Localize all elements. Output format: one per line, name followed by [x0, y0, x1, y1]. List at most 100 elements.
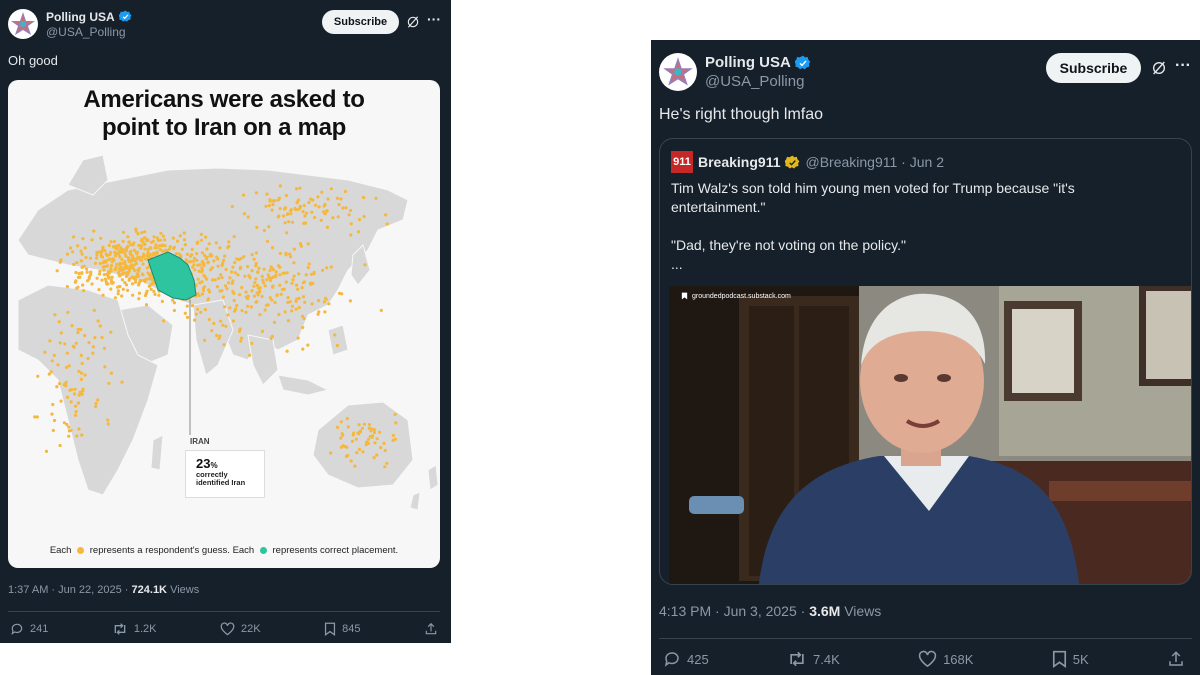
- guess-dot: [278, 265, 282, 269]
- guess-dot: [215, 285, 219, 289]
- guess-dot: [255, 225, 259, 229]
- video-player[interactable]: groundedpodcast.substack.com: [669, 286, 1191, 584]
- guess-dot: [355, 451, 359, 455]
- guess-dot: [201, 288, 206, 292]
- bookmark-button[interactable]: 845: [324, 622, 360, 636]
- tweet-card-left: Polling USA @USA_Polling Subscribe ··· O…: [0, 0, 451, 643]
- guess-dot: [78, 390, 82, 394]
- guess-dot: [152, 251, 156, 255]
- guess-dot: [58, 341, 62, 345]
- guess-dot: [356, 230, 361, 234]
- guess-dot: [120, 294, 124, 298]
- guess-dot: [292, 261, 296, 265]
- guess-dot: [250, 341, 254, 345]
- guess-dot: [96, 398, 100, 402]
- bookmark-icon: [325, 622, 336, 636]
- avatar[interactable]: [8, 9, 38, 39]
- guess-dot: [117, 252, 121, 256]
- handle[interactable]: @USA_Polling: [46, 25, 132, 39]
- guess-dot: [58, 382, 62, 386]
- quoted-tweet[interactable]: 911 Breaking911 @Breaking911 · Jun 2 Tim…: [659, 138, 1192, 585]
- share-icon[interactable]: [1167, 650, 1185, 668]
- grok-icon[interactable]: [406, 15, 420, 29]
- guess-dot: [65, 351, 69, 355]
- guess-dot: [80, 361, 84, 366]
- handle[interactable]: @USA_Polling: [705, 73, 811, 90]
- guess-dot: [284, 253, 288, 257]
- like-button[interactable]: 168K: [918, 650, 973, 668]
- guess-dot: [227, 244, 231, 248]
- share-icon[interactable]: [424, 622, 438, 636]
- grok-icon[interactable]: [1151, 60, 1167, 76]
- guess-dot: [325, 225, 329, 229]
- guess-dot: [367, 423, 371, 427]
- tweet-image-map[interactable]: Americans were asked to point to Iran on…: [8, 80, 440, 568]
- guess-dot: [202, 285, 207, 289]
- display-name[interactable]: Polling USA: [705, 54, 811, 71]
- guess-dot: [252, 284, 256, 288]
- like-button[interactable]: 22K: [220, 622, 261, 636]
- guess-dot: [197, 294, 201, 298]
- guess-dot: [221, 323, 225, 327]
- guess-dot: [100, 335, 104, 340]
- guess-dot: [297, 305, 301, 310]
- guess-dot: [289, 209, 293, 213]
- guess-dot: [296, 336, 300, 340]
- guess-dot: [132, 248, 136, 252]
- repost-button[interactable]: 1.2K: [112, 622, 157, 636]
- guess-dot: [262, 267, 266, 271]
- guess-dot: [88, 256, 93, 260]
- guess-dot: [89, 270, 93, 274]
- guess-dot: [263, 284, 267, 288]
- guess-dot: [379, 446, 383, 450]
- reply-icon: [11, 623, 23, 636]
- guess-dot: [141, 262, 145, 266]
- guess-dot: [311, 198, 315, 202]
- repost-button[interactable]: 7.4K: [787, 650, 840, 668]
- guess-dot: [223, 284, 228, 288]
- guess-dot: [383, 465, 387, 469]
- guess-dot: [218, 289, 222, 293]
- reply-button[interactable]: 241: [10, 622, 48, 636]
- guess-dot: [313, 203, 318, 207]
- guess-dot: [93, 336, 97, 340]
- guess-dot: [172, 245, 176, 249]
- guess-dot: [120, 380, 124, 384]
- guess-dot: [253, 281, 257, 285]
- action-bar: 425 7.4K 168K 5K: [663, 650, 1185, 668]
- guess-dot: [145, 253, 149, 257]
- guess-dot: [320, 190, 324, 194]
- reply-icon: [664, 652, 679, 667]
- reply-button[interactable]: 425: [663, 650, 709, 668]
- quote-display-name[interactable]: Breaking911: [698, 154, 781, 170]
- guess-dot: [316, 312, 320, 316]
- subscribe-button[interactable]: Subscribe: [322, 10, 399, 34]
- guess-dot: [373, 441, 377, 445]
- guess-dot: [217, 336, 221, 340]
- avatar[interactable]: [659, 53, 697, 91]
- guess-dot: [294, 187, 299, 191]
- guess-dot: [91, 351, 95, 355]
- guess-dot: [103, 365, 107, 369]
- guess-dot: [385, 222, 389, 226]
- guess-dot: [254, 251, 258, 255]
- guess-dot: [289, 212, 293, 216]
- heart-icon: [918, 650, 937, 668]
- guess-dot: [185, 252, 189, 256]
- bookmark-button[interactable]: 5K: [1052, 650, 1089, 668]
- guess-dot: [317, 205, 321, 209]
- more-icon[interactable]: ···: [1175, 57, 1191, 75]
- guess-dot: [322, 300, 326, 304]
- guess-dot: [77, 271, 81, 276]
- subscribe-button[interactable]: Subscribe: [1046, 53, 1141, 83]
- guess-dot: [204, 235, 208, 239]
- guess-dot: [44, 449, 49, 453]
- guess-dot: [333, 333, 337, 337]
- guess-dot: [112, 245, 116, 249]
- guess-dot: [325, 209, 329, 213]
- more-icon[interactable]: ···: [427, 11, 441, 27]
- guess-dot: [35, 415, 39, 419]
- guess-dot: [271, 285, 275, 289]
- display-name[interactable]: Polling USA: [46, 10, 132, 24]
- guess-dot: [246, 296, 250, 301]
